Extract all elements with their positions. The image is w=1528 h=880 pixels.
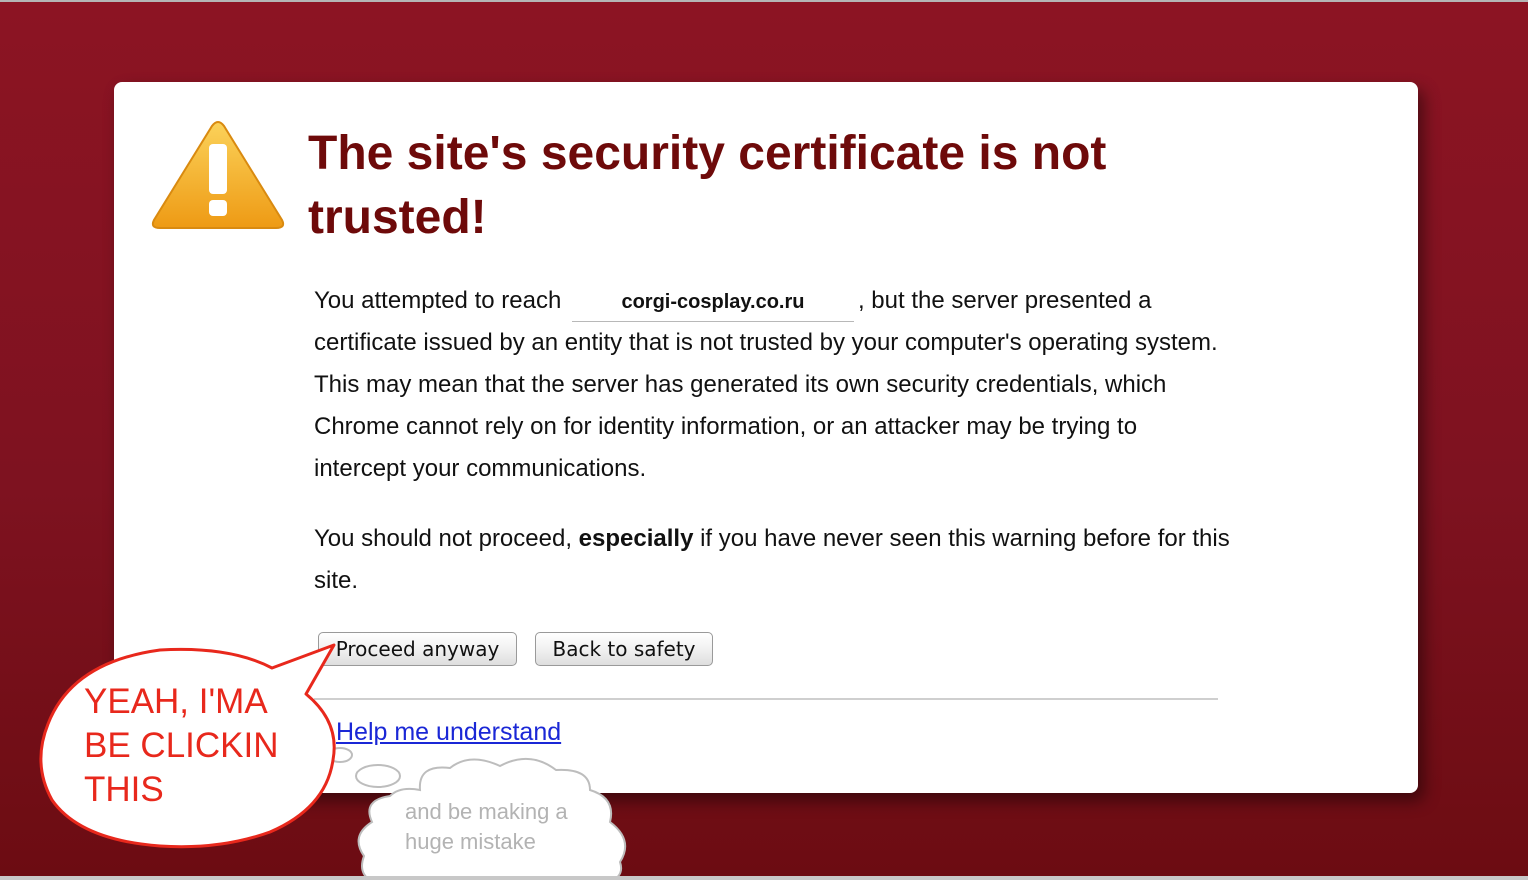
warning-triangle-icon bbox=[151, 121, 285, 229]
thought-line: huge mistake bbox=[405, 829, 536, 854]
thought-line: and be making a bbox=[405, 799, 568, 824]
explanation-lead: You attempted to reach bbox=[314, 287, 562, 314]
window-bottom-edge bbox=[0, 876, 1528, 880]
proceed-anyway-button[interactable]: Proceed anyway bbox=[318, 632, 517, 666]
page-title: The site's security certificate is not t… bbox=[308, 127, 1107, 244]
advice-emphasis: especially bbox=[578, 525, 694, 552]
speech-line: BE CLICKIN bbox=[84, 726, 279, 765]
thought-bubble-text: and be making a huge mistake bbox=[405, 797, 605, 857]
back-to-safety-button[interactable]: Back to safety bbox=[535, 632, 713, 666]
speech-line: YEAH, I'MA bbox=[84, 682, 268, 721]
speech-line: THIS bbox=[84, 770, 164, 809]
window-top-edge bbox=[0, 0, 1528, 2]
help-me-understand-link[interactable]: Help me understand bbox=[336, 716, 561, 748]
warning-explanation: You attempted to reach corgi-cosplay.co.… bbox=[314, 280, 1234, 490]
speech-bubble-text: YEAH, I'MA BE CLICKIN THIS bbox=[84, 680, 324, 812]
proceed-advice: You should not proceed, especially if yo… bbox=[314, 518, 1234, 602]
advice-lead: You should not proceed, bbox=[314, 525, 572, 552]
section-divider bbox=[314, 698, 1218, 700]
host-name: corgi-cosplay.co.ru bbox=[571, 283, 854, 322]
